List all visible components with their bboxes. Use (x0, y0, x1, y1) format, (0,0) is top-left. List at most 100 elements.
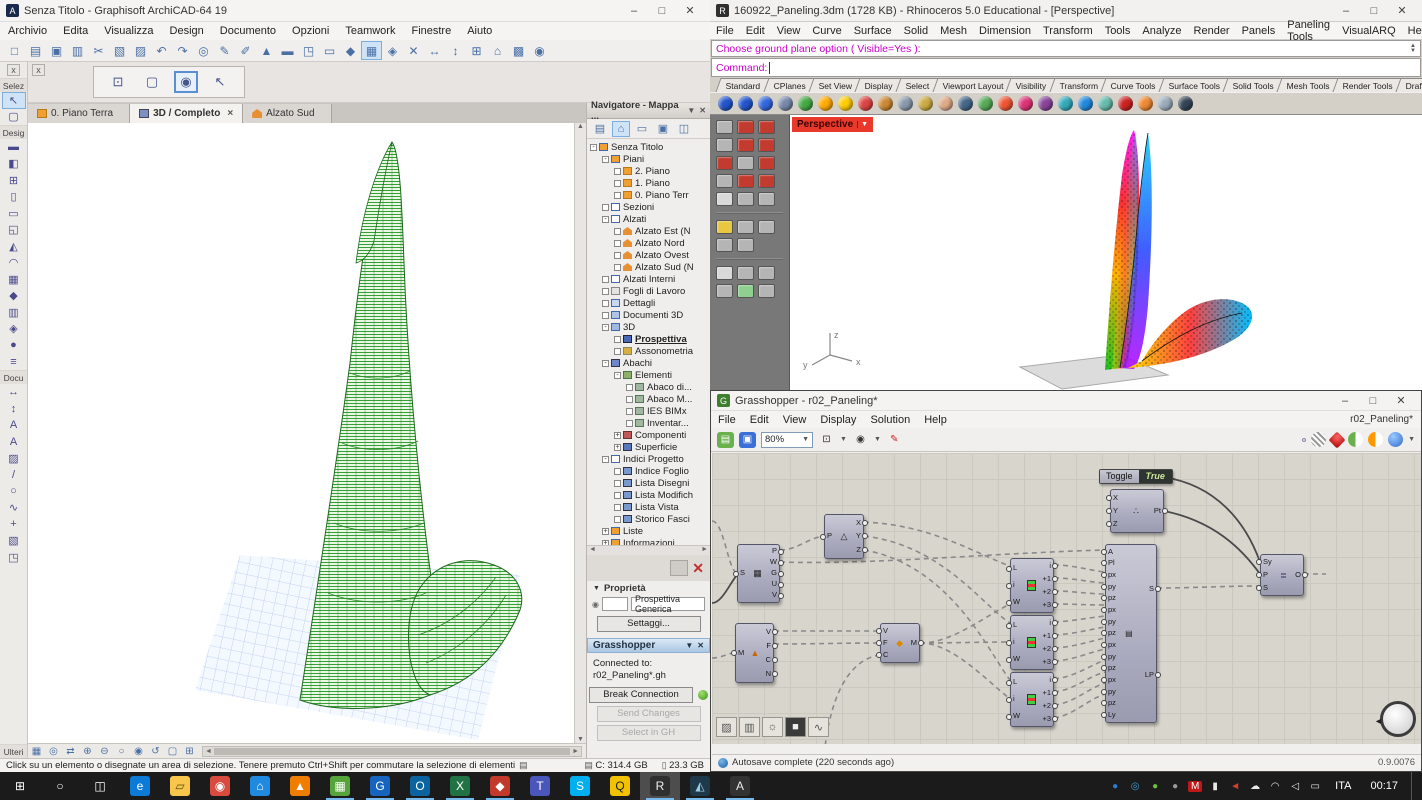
render-tool-icon[interactable] (878, 96, 893, 111)
tree-expand-icon[interactable] (614, 180, 621, 187)
tree-expand-icon[interactable] (614, 264, 621, 271)
navigator-header[interactable]: Navigatore - Mappa ... ▼ ✕ (587, 103, 710, 119)
point-tool-icon[interactable] (758, 284, 775, 298)
render-tool-icon[interactable] (858, 96, 873, 111)
tree-item[interactable]: Alzato Est (N (587, 225, 710, 237)
tree-expand-icon[interactable]: + (602, 528, 609, 535)
node-input[interactable]: W (1013, 598, 1020, 606)
node-output[interactable]: F (766, 642, 771, 650)
menu-item[interactable]: Documento (212, 23, 284, 39)
morph-icon[interactable]: ◆ (340, 41, 361, 60)
tree-expand-icon[interactable]: - (602, 324, 609, 331)
paneling-tool-icon[interactable] (737, 120, 754, 134)
tree-expand-icon[interactable] (614, 240, 621, 247)
node-output[interactable]: N (766, 670, 771, 678)
tree-expand-icon[interactable] (602, 288, 609, 295)
tree-expand-icon[interactable] (614, 168, 621, 175)
circle-tool-icon[interactable]: ○ (2, 483, 26, 500)
node-input[interactable]: L (1013, 621, 1017, 629)
tree-item[interactable]: - Abachi (587, 357, 710, 369)
dimension-tool-icon[interactable]: ↔ (2, 384, 26, 401)
tree-expand-icon[interactable] (614, 336, 621, 343)
tree-expand-icon[interactable] (614, 492, 621, 499)
wire-widget-icon[interactable]: ∿ (808, 717, 829, 737)
node-input[interactable]: pz (1108, 664, 1116, 672)
render-tool-icon[interactable] (898, 96, 913, 111)
node-output[interactable]: U (772, 580, 777, 588)
tree-item[interactable]: Alzati Interni (587, 273, 710, 285)
node-output[interactable]: +2 (1042, 702, 1051, 710)
node-output[interactable]: V (766, 628, 771, 636)
node-output[interactable]: i (1049, 676, 1051, 684)
tray-app-gray-icon[interactable]: ● (1168, 781, 1182, 792)
navigator-collapse-icon[interactable]: ▼ (687, 106, 695, 115)
volume-icon[interactable]: ◁ (1288, 781, 1302, 792)
node-output[interactable]: G (771, 569, 777, 577)
tree-item[interactable]: + Informazioni (587, 537, 710, 545)
node-input[interactable]: W (1013, 712, 1020, 720)
close-button[interactable]: ✕ (676, 2, 704, 20)
arrow-tool-icon[interactable]: ↖ (2, 92, 26, 109)
close-button[interactable]: ✕ (1387, 392, 1415, 410)
node-output[interactable]: +3 (1042, 715, 1051, 723)
node-input[interactable]: C (883, 651, 888, 659)
toolbar-tab[interactable]: Render Tools (1333, 78, 1404, 92)
stair-tool-icon[interactable]: ≡ (2, 354, 26, 371)
copy-icon[interactable]: ▧ (109, 41, 130, 60)
render-tool-icon[interactable] (758, 96, 773, 111)
render-tool-icon[interactable] (958, 96, 973, 111)
tree-expand-icon[interactable]: + (602, 540, 609, 546)
paneling-tool-icon[interactable] (758, 138, 775, 152)
paneling-tool-icon[interactable] (716, 138, 733, 152)
menu-item[interactable]: Teamwork (337, 23, 403, 39)
language-indicator[interactable]: ITA (1329, 780, 1357, 792)
deconstruct-point-node[interactable]: P △ XYZ (824, 514, 864, 559)
tree-item[interactable]: - Alzati (587, 213, 710, 225)
menu-item[interactable]: Finestre (403, 23, 459, 39)
frame-icon[interactable]: ▭ (319, 41, 340, 60)
home-icon[interactable]: ⌂ (487, 41, 508, 60)
node-output[interactable]: M (911, 639, 917, 647)
toolbox-close-icon[interactable]: x (7, 64, 20, 76)
point-tool-icon[interactable] (716, 284, 733, 298)
node-input[interactable]: py (1108, 618, 1116, 626)
pan-icon[interactable]: ⇄ (62, 745, 79, 759)
tree-item[interactable]: - Elementi (587, 369, 710, 381)
zoom-icon[interactable]: ◎ (193, 41, 214, 60)
pet-arrow-icon[interactable]: ↖ (208, 71, 232, 93)
start-button[interactable]: ⊞ (0, 772, 40, 800)
minimize-button[interactable]: – (1331, 392, 1359, 410)
pet-rotate-icon[interactable]: ◉ (174, 71, 198, 93)
node-input[interactable]: pz (1108, 594, 1116, 602)
node-input[interactable]: Pl (1108, 559, 1115, 567)
vlc-icon[interactable]: ▲ (280, 772, 320, 800)
render-tool-icon[interactable] (1158, 96, 1173, 111)
menu-item[interactable]: Render (1188, 23, 1236, 39)
menu-item[interactable]: Mesh (934, 23, 973, 39)
tree-item[interactable]: Abaco M... (587, 393, 710, 405)
tree-expand-icon[interactable] (614, 192, 621, 199)
tree-expand-icon[interactable]: - (602, 456, 609, 463)
node-input[interactable]: Z (1113, 520, 1118, 528)
custom-preview-icon[interactable] (1368, 432, 1383, 447)
marquee-tool-icon[interactable]: ▢ (2, 109, 26, 126)
tree-item[interactable]: 2. Piano (587, 165, 710, 177)
node-input[interactable]: py (1108, 688, 1116, 696)
boolean-toggle-node[interactable]: Toggle True (1099, 469, 1173, 484)
window-tool-icon[interactable]: ⊞ (2, 172, 26, 189)
tree-item[interactable]: - Indici Progetto (587, 453, 710, 465)
node-output[interactable]: i (1049, 562, 1051, 570)
tab-close-icon[interactable]: × (224, 108, 233, 119)
drawing-tool-icon[interactable]: ◳ (2, 549, 26, 566)
preview-wire-icon[interactable] (1311, 432, 1326, 447)
menu-item[interactable]: Curve (806, 23, 847, 39)
zoom-out-icon[interactable]: ⊖ (96, 745, 113, 759)
fit-view-icon[interactable]: ▦ (28, 745, 45, 759)
tree-item[interactable]: Storico Fasci (587, 513, 710, 525)
redo-icon[interactable]: ↷ (172, 41, 193, 60)
menu-item[interactable]: Opzioni (284, 23, 337, 39)
paneling-tool-icon[interactable] (716, 174, 733, 188)
toolbar-tab[interactable]: Mesh Tools (1277, 78, 1341, 92)
save-icon[interactable]: ▣ (46, 41, 67, 60)
select-in-gh-button[interactable]: Select in GH (597, 725, 701, 741)
